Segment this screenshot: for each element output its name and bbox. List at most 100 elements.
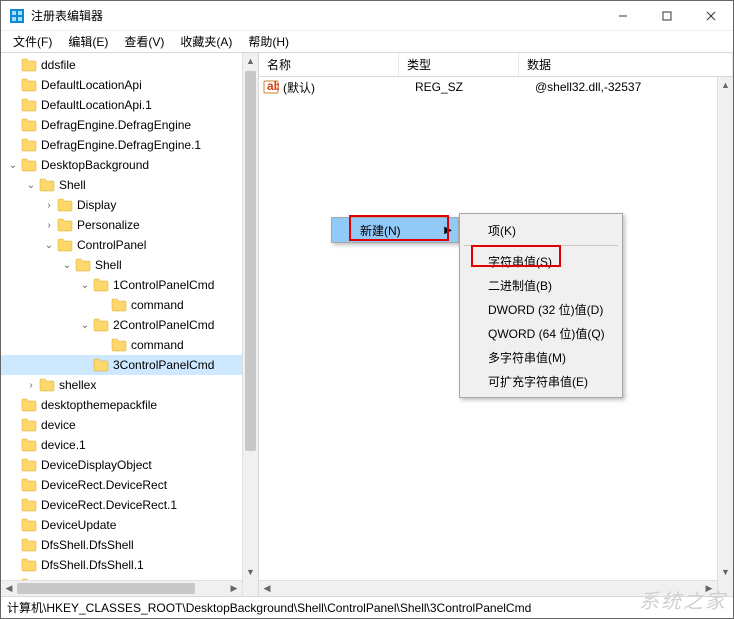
menu-favorites[interactable]: 收藏夹(A): [172, 31, 240, 52]
tree-item[interactable]: command: [1, 335, 258, 355]
column-name[interactable]: 名称: [259, 53, 399, 76]
expand-collapse-icon[interactable]: ›: [25, 380, 37, 391]
values-header: 名称 类型 数据: [259, 53, 733, 77]
menu-new-expand[interactable]: 可扩充字符串值(E): [460, 369, 622, 393]
tree-item[interactable]: DfsShell.DfsShell.1: [1, 555, 258, 575]
tree-item-label: Shell: [59, 178, 86, 192]
tree-item-label: 3ControlPanelCmd: [113, 358, 214, 372]
tree-item[interactable]: DefragEngine.DefragEngine: [1, 115, 258, 135]
tree-pane[interactable]: ddsfile DefaultLocationApi DefaultLocation…: [1, 53, 259, 596]
tree-item[interactable]: command: [1, 295, 258, 315]
hscroll-thumb[interactable]: [17, 583, 195, 594]
menu-view[interactable]: 查看(V): [116, 31, 172, 52]
menu-separator: [464, 245, 618, 246]
tree-item[interactable]: DeviceUpdate: [1, 515, 258, 535]
tree-item-label: ddsfile: [41, 58, 76, 72]
tree-item[interactable]: desktopthemepackfile: [1, 395, 258, 415]
expand-collapse-icon[interactable]: ⌄: [25, 180, 37, 191]
menu-new-dword-label: DWORD (32 位)值(D): [488, 301, 603, 318]
menu-new-label: 新建(N): [360, 222, 401, 239]
tree-item[interactable]: ⌄2ControlPanelCmd: [1, 315, 258, 335]
scroll-left-icon[interactable]: ◀: [1, 581, 17, 596]
tree-item-label: command: [131, 338, 184, 352]
tree-item[interactable]: device.1: [1, 435, 258, 455]
expand-collapse-icon[interactable]: ⌄: [7, 160, 19, 171]
tree-item[interactable]: ddsfile: [1, 55, 258, 75]
tree-item[interactable]: ⌄ControlPanel: [1, 235, 258, 255]
folder-icon: [57, 198, 73, 212]
menu-new-binary[interactable]: 二进制值(B): [460, 273, 622, 297]
tree-hscrollbar[interactable]: ◀ ▶: [1, 580, 242, 596]
expand-collapse-icon[interactable]: ⌄: [61, 260, 73, 271]
expand-collapse-icon[interactable]: ⌄: [79, 280, 91, 291]
watermark: 系统之家: [639, 585, 727, 614]
tree-item-label: shellex: [59, 378, 96, 392]
maximize-button[interactable]: [645, 1, 689, 31]
expand-collapse-icon[interactable]: ⌄: [43, 240, 55, 251]
values-scrollbar[interactable]: ▲ ▼: [717, 77, 733, 596]
column-data[interactable]: 数据: [519, 53, 733, 76]
folder-icon: [57, 238, 73, 252]
tree-item[interactable]: DeviceDisplayObject: [1, 455, 258, 475]
tree-item[interactable]: › shellex: [1, 375, 258, 395]
menu-new-key[interactable]: 项(K): [460, 218, 622, 242]
scroll-down-icon[interactable]: ▼: [243, 564, 258, 580]
scroll-down-icon[interactable]: ▼: [718, 564, 733, 580]
menu-new-dword[interactable]: DWORD (32 位)值(D): [460, 297, 622, 321]
scroll-up-icon[interactable]: ▲: [243, 53, 258, 69]
menu-new-multi[interactable]: 多字符串值(M): [460, 345, 622, 369]
context-menu[interactable]: 新建(N) ▶: [331, 217, 459, 243]
folder-icon: [21, 398, 37, 412]
tree-scrollbar[interactable]: ▲ ▼: [242, 53, 258, 596]
scroll-left-icon[interactable]: ◀: [259, 581, 275, 596]
status-bar: 计算机\HKEY_CLASSES_ROOT\DesktopBackground\…: [1, 596, 733, 618]
menu-new-key-label: 项(K): [488, 222, 516, 239]
context-submenu-new[interactable]: 项(K) 字符串值(S) 二进制值(B) DWORD (32 位)值(D) QW…: [459, 213, 623, 398]
reg-string-icon: ab: [263, 79, 279, 95]
folder-icon: [57, 218, 73, 232]
menu-new-binary-label: 二进制值(B): [488, 277, 552, 294]
menu-file[interactable]: 文件(F): [5, 31, 60, 52]
folder-icon: [39, 378, 55, 392]
tree-item[interactable]: 3ControlPanelCmd: [1, 355, 258, 375]
tree-item[interactable]: › Personalize: [1, 215, 258, 235]
tree-item[interactable]: ⌄1ControlPanelCmd: [1, 275, 258, 295]
menu-new-qword[interactable]: QWORD (64 位)值(Q): [460, 321, 622, 345]
column-type[interactable]: 类型: [399, 53, 519, 76]
expand-collapse-icon[interactable]: ›: [43, 200, 55, 211]
folder-icon: [75, 258, 91, 272]
tree-item[interactable]: DefaultLocationApi: [1, 75, 258, 95]
registry-tree[interactable]: ddsfile DefaultLocationApi DefaultLocation…: [1, 55, 258, 595]
tree-item-label: Shell: [95, 258, 122, 272]
close-button[interactable]: [689, 1, 733, 31]
scroll-right-icon[interactable]: ▶: [226, 581, 242, 596]
tree-item-label: DefaultLocationApi: [41, 78, 142, 92]
minimize-button[interactable]: [601, 1, 645, 31]
tree-item-label: Personalize: [77, 218, 140, 232]
tree-item[interactable]: DefaultLocationApi.1: [1, 95, 258, 115]
menu-new-string[interactable]: 字符串值(S): [460, 249, 622, 273]
tree-item[interactable]: › Display: [1, 195, 258, 215]
expand-collapse-icon[interactable]: ⌄: [79, 320, 91, 331]
folder-icon: [21, 438, 37, 452]
folder-icon: [111, 338, 127, 352]
tree-item[interactable]: DefragEngine.DefragEngine.1: [1, 135, 258, 155]
tree-item[interactable]: DeviceRect.DeviceRect.1: [1, 495, 258, 515]
title-bar: 注册表编辑器: [1, 1, 733, 31]
menu-edit[interactable]: 编辑(E): [60, 31, 116, 52]
scroll-up-icon[interactable]: ▲: [718, 77, 733, 93]
svg-text:ab: ab: [267, 79, 279, 93]
tree-item-label: desktopthemepackfile: [41, 398, 157, 412]
expand-collapse-icon[interactable]: ›: [43, 220, 55, 231]
menu-help[interactable]: 帮助(H): [240, 31, 297, 52]
tree-item-label: Display: [77, 198, 116, 212]
tree-item[interactable]: DeviceRect.DeviceRect: [1, 475, 258, 495]
tree-item[interactable]: DfsShell.DfsShell: [1, 535, 258, 555]
menu-new[interactable]: 新建(N) ▶: [332, 218, 458, 242]
tree-item[interactable]: device: [1, 415, 258, 435]
value-row[interactable]: ab (默认) REG_SZ @shell32.dll,-32537: [259, 77, 733, 97]
tree-item[interactable]: ⌄ Shell: [1, 175, 258, 195]
tree-item[interactable]: ⌄DesktopBackground: [1, 155, 258, 175]
scroll-thumb[interactable]: [245, 71, 256, 451]
tree-item[interactable]: ⌄ Shell: [1, 255, 258, 275]
